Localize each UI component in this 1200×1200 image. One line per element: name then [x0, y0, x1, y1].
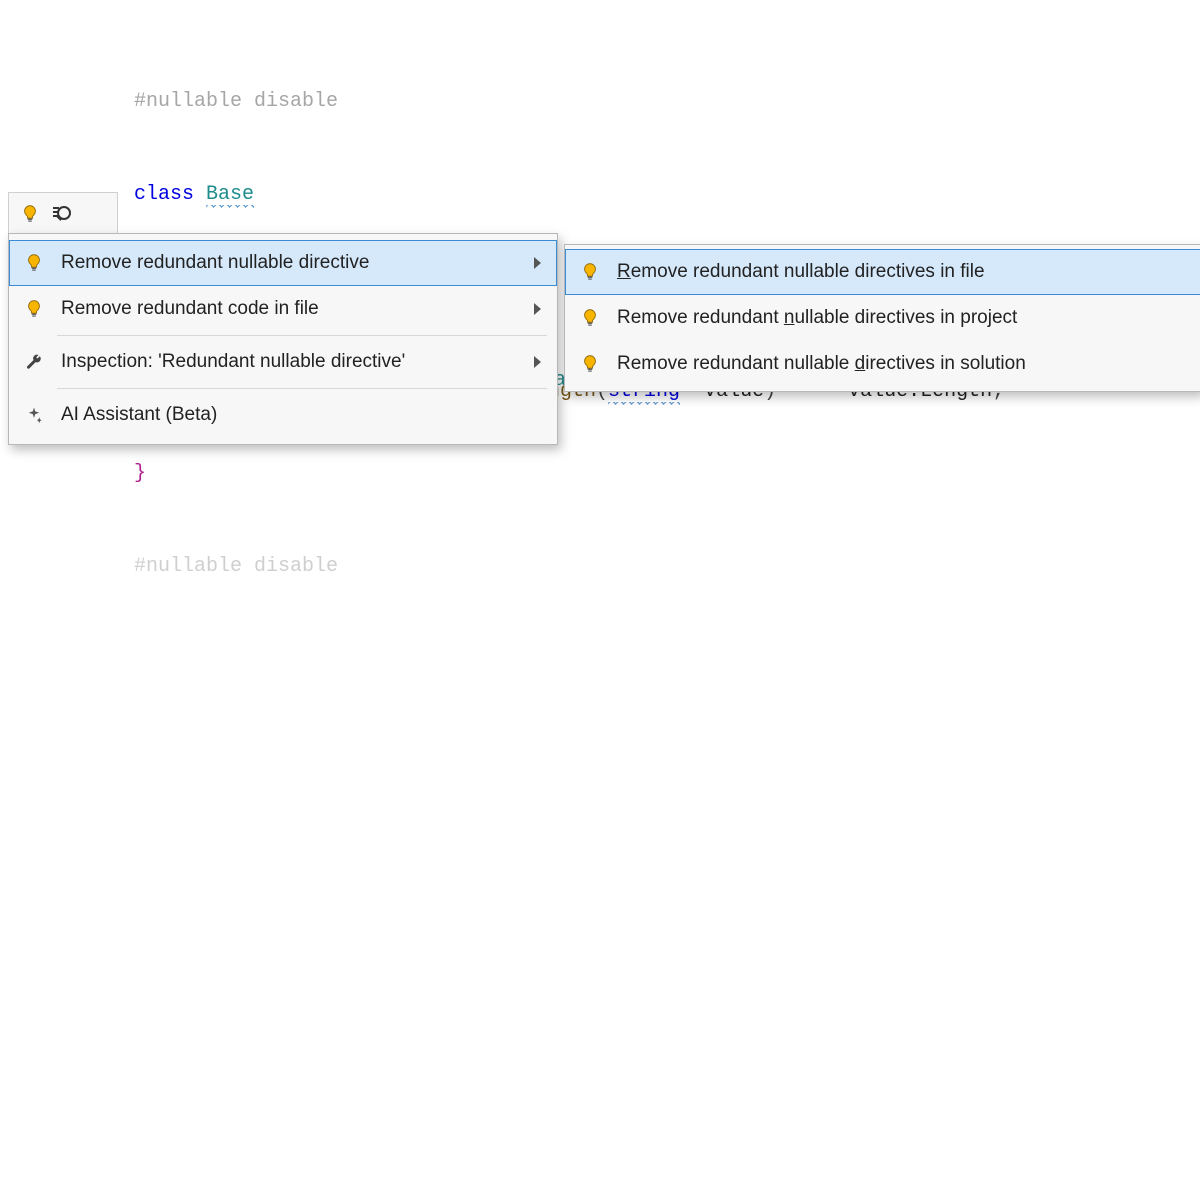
class-name-base: Base: [206, 183, 254, 208]
menu-separator: [57, 388, 547, 389]
submenu-item-label: Remove redundant nullable directives in …: [617, 307, 1191, 329]
lightbulb-icon: [579, 307, 601, 329]
quick-action-gutter[interactable]: [8, 192, 118, 234]
quick-actions-submenu: Remove redundant nullable directives in …: [564, 244, 1200, 392]
find-usages-icon[interactable]: [53, 206, 73, 222]
lightbulb-icon: [579, 261, 601, 283]
lightbulb-icon: [23, 252, 45, 274]
lightbulb-icon: [23, 298, 45, 320]
lightbulb-icon[interactable]: [19, 203, 41, 225]
kw-class: class: [134, 183, 194, 206]
submenu-item-project[interactable]: Remove redundant nullable directives in …: [565, 295, 1200, 341]
menu-item-label: Remove redundant nullable directive: [61, 252, 518, 274]
submenu-item-file[interactable]: Remove redundant nullable directives in …: [565, 249, 1200, 295]
lightbulb-icon: [579, 353, 601, 375]
directive: #nullable disable: [134, 90, 338, 113]
submenu-arrow-icon: [534, 257, 541, 269]
menu-separator: [57, 335, 547, 336]
brace: }: [134, 462, 146, 485]
menu-item-label: Inspection: 'Redundant nullable directiv…: [61, 351, 518, 373]
menu-item-remove-directive[interactable]: Remove redundant nullable directive: [9, 240, 557, 286]
menu-item-remove-code-file[interactable]: Remove redundant code in file: [9, 286, 557, 332]
sparkle-icon: [23, 404, 45, 426]
menu-item-inspection[interactable]: Inspection: 'Redundant nullable directiv…: [9, 339, 557, 385]
menu-item-label: Remove redundant code in file: [61, 298, 518, 320]
submenu-item-label: Remove redundant nullable directives in …: [617, 353, 1191, 375]
submenu-item-label: Remove redundant nullable directives in …: [617, 261, 1191, 283]
submenu-arrow-icon: [534, 303, 541, 315]
quick-actions-menu: Remove redundant nullable directive Remo…: [8, 233, 558, 445]
menu-item-label: AI Assistant (Beta): [61, 404, 547, 426]
code-editor[interactable]: #nullable disable class Base { public vi…: [0, 24, 974, 1200]
wrench-icon: [23, 351, 45, 373]
directive-dim: #nullable disable: [134, 555, 338, 578]
submenu-item-solution[interactable]: Remove redundant nullable directives in …: [565, 341, 1200, 387]
menu-item-ai-assistant[interactable]: AI Assistant (Beta): [9, 392, 557, 438]
submenu-arrow-icon: [534, 356, 541, 368]
